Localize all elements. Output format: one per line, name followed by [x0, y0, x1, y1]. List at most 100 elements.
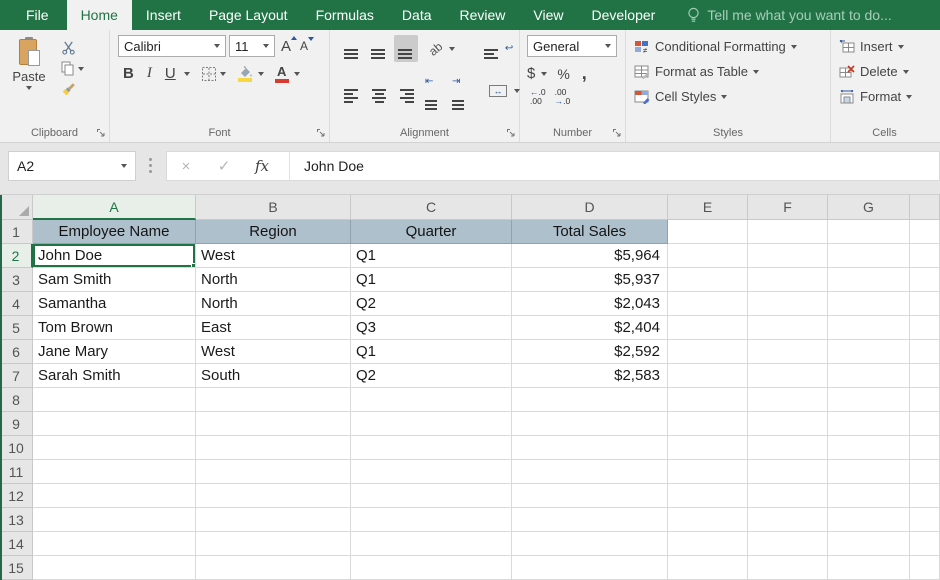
wrap-text-button[interactable]: ↩ — [480, 35, 517, 62]
cell-H11[interactable] — [910, 460, 940, 484]
cell-C10[interactable] — [351, 436, 512, 460]
decrease-decimal-button[interactable]: .00 →.0 — [552, 88, 574, 106]
cell-B7[interactable]: South — [196, 364, 351, 388]
cell-C1[interactable]: Quarter — [351, 220, 512, 244]
percent-style-button[interactable]: % — [557, 66, 569, 82]
cell-G10[interactable] — [828, 436, 910, 460]
font-size-combo[interactable]: 11 — [229, 35, 275, 57]
cell-C12[interactable] — [351, 484, 512, 508]
increase-font-size-button[interactable]: A — [278, 38, 294, 55]
cell-A6[interactable]: Jane Mary — [33, 340, 196, 364]
row-header-6[interactable]: 6 — [0, 340, 33, 364]
cell-H3[interactable] — [910, 268, 940, 292]
underline-button[interactable]: U — [160, 64, 181, 83]
top-align-button[interactable] — [340, 35, 364, 62]
cell-A7[interactable]: Sarah Smith — [33, 364, 196, 388]
cell-E9[interactable] — [668, 412, 748, 436]
cell-A10[interactable] — [33, 436, 196, 460]
cell-G12[interactable] — [828, 484, 910, 508]
bold-button[interactable]: B — [118, 64, 139, 83]
merge-center-button[interactable]: ↔ — [485, 82, 511, 100]
cell-B1[interactable]: Region — [196, 220, 351, 244]
tab-formulas[interactable]: Formulas — [302, 0, 388, 30]
cell-G11[interactable] — [828, 460, 910, 484]
center-button[interactable] — [367, 75, 391, 106]
column-header-F[interactable]: F — [748, 195, 828, 220]
cell-H4[interactable] — [910, 292, 940, 316]
cell-E2[interactable] — [668, 244, 748, 268]
cell-E10[interactable] — [668, 436, 748, 460]
bottom-align-button[interactable] — [394, 35, 418, 62]
row-header-1[interactable]: 1 — [0, 220, 33, 244]
cell-F6[interactable] — [748, 340, 828, 364]
font-color-dropdown-caret[interactable] — [294, 72, 300, 76]
cell-F5[interactable] — [748, 316, 828, 340]
cell-B5[interactable]: East — [196, 316, 351, 340]
cell-E4[interactable] — [668, 292, 748, 316]
copy-button[interactable] — [61, 60, 84, 77]
cell-A13[interactable] — [33, 508, 196, 532]
cell-G6[interactable] — [828, 340, 910, 364]
cell-F9[interactable] — [748, 412, 828, 436]
tab-view[interactable]: View — [519, 0, 577, 30]
cell-C14[interactable] — [351, 532, 512, 556]
row-header-2[interactable]: 2 — [0, 244, 33, 268]
cell-E8[interactable] — [668, 388, 748, 412]
cell-F1[interactable] — [748, 220, 828, 244]
cell-D14[interactable] — [512, 532, 668, 556]
cell-G13[interactable] — [828, 508, 910, 532]
format-painter-button[interactable] — [61, 81, 84, 98]
cell-H1[interactable] — [910, 220, 940, 244]
cell-E12[interactable] — [668, 484, 748, 508]
cell-A15[interactable] — [33, 556, 196, 580]
tab-developer[interactable]: Developer — [578, 0, 670, 30]
cell-B4[interactable]: North — [196, 292, 351, 316]
select-all-button[interactable] — [0, 195, 33, 220]
fill-handle[interactable] — [191, 263, 196, 268]
cell-A1[interactable]: Employee Name — [33, 220, 196, 244]
cell-B10[interactable] — [196, 436, 351, 460]
cell-D15[interactable] — [512, 556, 668, 580]
row-header-9[interactable]: 9 — [0, 412, 33, 436]
conditional-formatting-button[interactable]: ≠ Conditional Formatting — [626, 34, 830, 59]
cut-button[interactable] — [61, 39, 84, 56]
formula-input[interactable]: John Doe — [290, 158, 364, 174]
align-left-button[interactable] — [340, 75, 364, 106]
cell-C5[interactable]: Q3 — [351, 316, 512, 340]
row-header-13[interactable]: 13 — [0, 508, 33, 532]
tab-page-layout[interactable]: Page Layout — [195, 0, 302, 30]
cell-H13[interactable] — [910, 508, 940, 532]
cell-B14[interactable] — [196, 532, 351, 556]
cell-C11[interactable] — [351, 460, 512, 484]
tab-data[interactable]: Data — [388, 0, 446, 30]
row-header-15[interactable]: 15 — [0, 556, 33, 580]
increase-indent-button[interactable]: ⇥ — [448, 68, 472, 113]
tab-insert[interactable]: Insert — [132, 0, 195, 30]
tab-file[interactable]: File — [8, 0, 67, 30]
number-dialog-launcher[interactable] — [612, 128, 622, 138]
tell-me-box[interactable]: Tell me what you want to do... — [687, 0, 891, 30]
cell-A4[interactable]: Samantha — [33, 292, 196, 316]
cell-C15[interactable] — [351, 556, 512, 580]
name-box-caret[interactable] — [121, 164, 127, 168]
cell-C4[interactable]: Q2 — [351, 292, 512, 316]
number-format-combo[interactable]: General — [527, 35, 617, 57]
insert-function-button[interactable]: fx — [243, 157, 281, 175]
cell-C3[interactable]: Q1 — [351, 268, 512, 292]
tab-review[interactable]: Review — [446, 0, 520, 30]
cell-D10[interactable] — [512, 436, 668, 460]
cell-B6[interactable]: West — [196, 340, 351, 364]
column-header-E[interactable]: E — [668, 195, 748, 220]
delete-cells-button[interactable]: Delete — [831, 59, 938, 84]
borders-dropdown-caret[interactable] — [220, 72, 226, 76]
cell-A3[interactable]: Sam Smith — [33, 268, 196, 292]
cell-E1[interactable] — [668, 220, 748, 244]
cell-D9[interactable] — [512, 412, 668, 436]
cell-D2[interactable]: $5,964 — [512, 244, 668, 268]
cell-G3[interactable] — [828, 268, 910, 292]
cell-F8[interactable] — [748, 388, 828, 412]
cell-E5[interactable] — [668, 316, 748, 340]
font-family-combo[interactable]: Calibri — [118, 35, 226, 57]
cell-B11[interactable] — [196, 460, 351, 484]
cell-D1[interactable]: Total Sales — [512, 220, 668, 244]
